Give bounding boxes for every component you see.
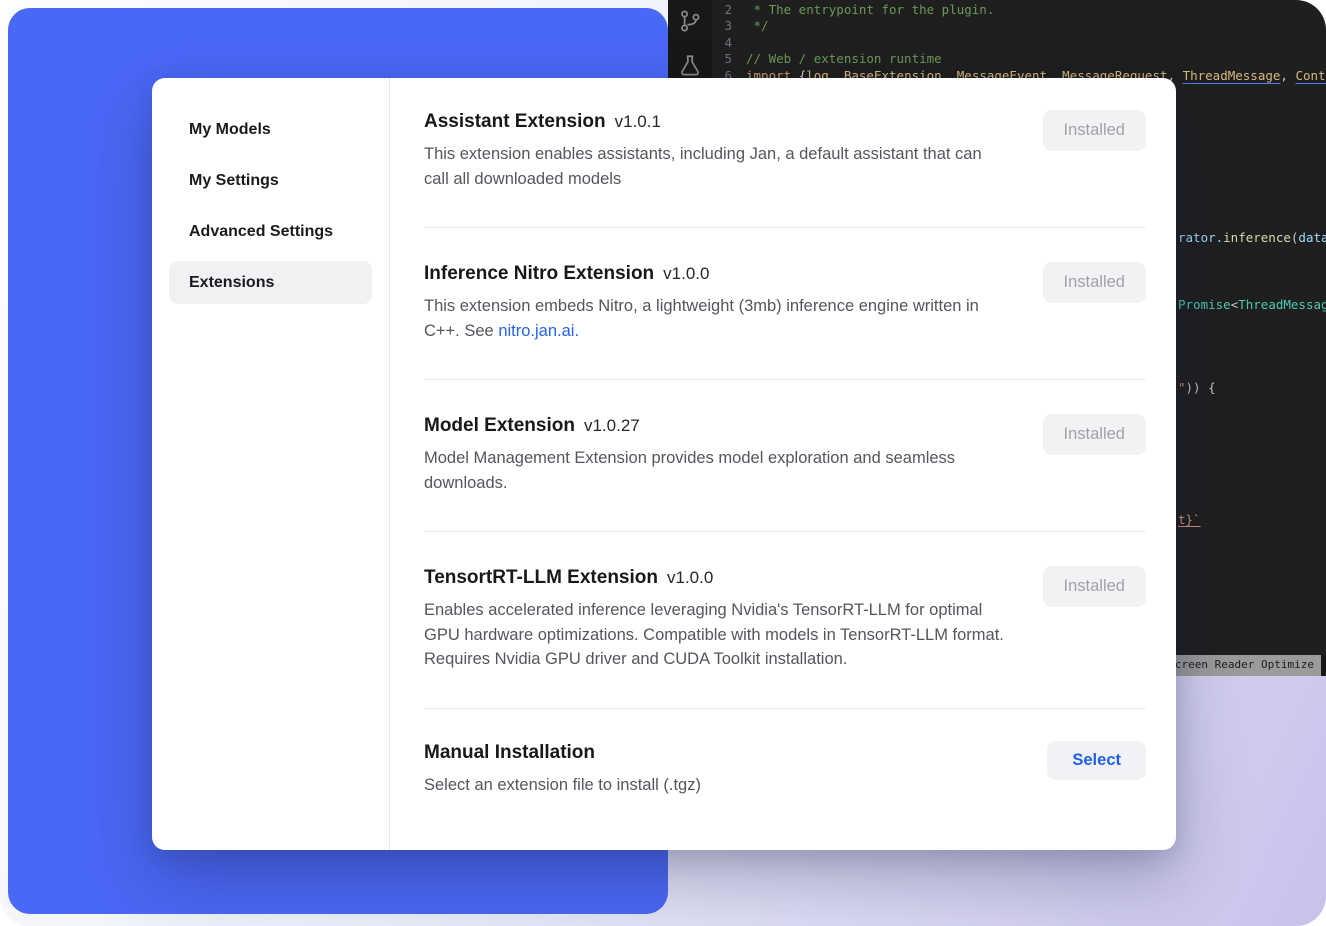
code-text: * The entrypoint for the plugin. <box>746 2 994 18</box>
extension-version: v1.0.0 <box>667 568 713 587</box>
extension-info: Manual Installation Select an extension … <box>424 741 701 798</box>
code-token: inference <box>1223 230 1291 245</box>
extension-name: Model Extension <box>424 415 575 436</box>
screenshot-canvas: 2 * The entrypoint for the plugin. 3 */ … <box>0 0 1326 926</box>
manual-installation-title: Manual Installation <box>424 741 701 764</box>
code-fragment: rator.inference(data)); <box>1178 230 1326 246</box>
code-token: // Web / extension runtime <box>746 51 942 66</box>
extension-row-assistant: Assistant Extension v1.0.1 This extension… <box>424 110 1146 228</box>
extension-info: Assistant Extension v1.0.1 This extension… <box>424 110 1004 191</box>
code-line: 2 * The entrypoint for the plugin. <box>712 2 1326 18</box>
extension-description: Model Management Extension provides mode… <box>424 446 1004 495</box>
sidebar-item-extensions[interactable]: Extensions <box>169 261 372 304</box>
extension-info: Model Extension v1.0.27 Model Management … <box>424 414 1004 495</box>
code-token: , <box>1280 68 1295 83</box>
settings-modal: My Models My Settings Advanced Settings … <box>152 78 1176 850</box>
extension-info: TensortRT-LLM Extension v1.0.0 Enables ac… <box>424 566 1004 672</box>
code-fragment: Promise<ThreadMessage <box>1178 297 1326 313</box>
extension-version: v1.0.0 <box>663 264 709 283</box>
nitro-jan-ai-link[interactable]: nitro.jan.ai. <box>498 322 579 340</box>
extension-name: Inference Nitro Extension <box>424 263 654 284</box>
code-text: */ <box>746 18 769 34</box>
extension-row-model: Model Extension v1.0.27 Model Management … <box>424 380 1146 532</box>
code-token: * The entrypoint for the plugin. <box>746 2 994 17</box>
sidebar-item-advanced-settings[interactable]: Advanced Settings <box>169 210 372 253</box>
extension-row-tensorrt-llm: TensortRT-LLM Extension v1.0.0 Enables ac… <box>424 532 1146 709</box>
screen-reader-badge[interactable]: Screen Reader Optimize <box>1161 655 1321 675</box>
code-token: t}` <box>1178 512 1201 527</box>
settings-sidebar: My Models My Settings Advanced Settings … <box>152 78 390 850</box>
code-token: rator. <box>1178 230 1223 245</box>
code-token: ThreadMessage <box>1238 297 1326 312</box>
code-text: // Web / extension runtime <box>746 51 942 67</box>
extension-info: Inference Nitro Extension v1.0.0 This ext… <box>424 262 1004 343</box>
extension-title: Model Extension v1.0.27 <box>424 414 1004 437</box>
installed-button[interactable]: Installed <box>1043 262 1146 303</box>
code-token: ContentType <box>1295 68 1326 83</box>
extension-description: This extension enables assistants, inclu… <box>424 142 1004 191</box>
sidebar-item-my-models[interactable]: My Models <box>169 108 372 151</box>
extension-row-inference-nitro: Inference Nitro Extension v1.0.0 This ext… <box>424 228 1146 380</box>
manual-installation-description: Select an extension file to install (.tg… <box>424 773 701 798</box>
extension-title: Inference Nitro Extension v1.0.0 <box>424 262 1004 285</box>
extension-name: Assistant Extension <box>424 111 606 132</box>
code-token: */ <box>746 18 769 33</box>
manual-installation-row: Manual Installation Select an extension … <box>424 709 1146 798</box>
extension-description: Enables accelerated inference leveraging… <box>424 598 1004 672</box>
source-control-icon[interactable] <box>676 7 704 35</box>
extension-name: Manual Installation <box>424 742 595 763</box>
code-fragment: t}` <box>1178 512 1201 528</box>
beaker-icon[interactable] <box>676 52 704 80</box>
extension-title: TensortRT-LLM Extension v1.0.0 <box>424 566 1004 589</box>
code-token: " <box>1178 380 1186 395</box>
line-number: 4 <box>712 35 746 51</box>
select-file-button[interactable]: Select <box>1047 741 1146 780</box>
extension-name: TensortRT-LLM Extension <box>424 567 658 588</box>
extension-description: This extension embeds Nitro, a lightweig… <box>424 294 1004 343</box>
extension-version: v1.0.1 <box>615 112 661 131</box>
code-line: 3 */ <box>712 18 1326 34</box>
line-number: 3 <box>712 18 746 34</box>
installed-button[interactable]: Installed <box>1043 566 1146 607</box>
code-token: )) { <box>1186 380 1216 395</box>
code-fragment: ")) { <box>1178 380 1216 396</box>
editor-code-area: 2 * The entrypoint for the plugin. 3 */ … <box>712 2 1326 84</box>
extensions-panel: Assistant Extension v1.0.1 This extension… <box>390 78 1176 850</box>
line-number: 5 <box>712 51 746 67</box>
extension-version: v1.0.27 <box>584 416 640 435</box>
code-token: data <box>1298 230 1326 245</box>
installed-button[interactable]: Installed <box>1043 110 1146 151</box>
line-number: 2 <box>712 2 746 18</box>
installed-button[interactable]: Installed <box>1043 414 1146 455</box>
code-token: Promise <box>1178 297 1231 312</box>
extension-title: Assistant Extension v1.0.1 <box>424 110 1004 133</box>
code-line: 4 <box>712 35 1326 51</box>
code-line: 5 // Web / extension runtime <box>712 51 1326 67</box>
code-token: ThreadMessage <box>1183 68 1281 83</box>
sidebar-item-my-settings[interactable]: My Settings <box>169 159 372 202</box>
